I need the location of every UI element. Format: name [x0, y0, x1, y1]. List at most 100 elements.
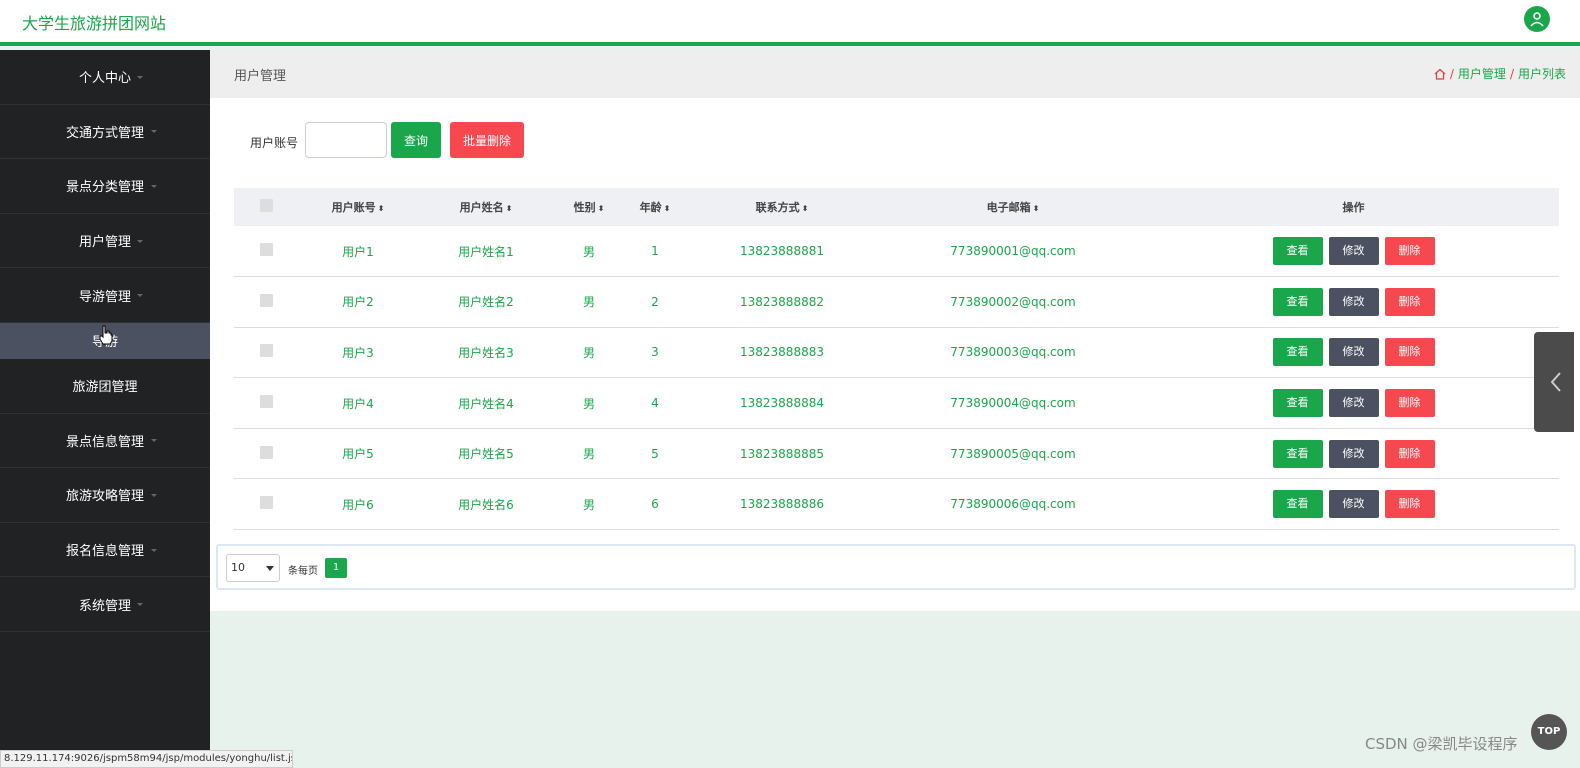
col-account[interactable]: 用户账号 ⬍: [298, 188, 418, 226]
cell-gender: 男: [582, 497, 595, 512]
table-row: 用户5 用户姓名5 男 5 13823888885 773890005@qq.com 查看修…: [234, 428, 1559, 479]
cell-actions: 查看 修改 删除: [1148, 327, 1559, 378]
caret-down-icon: [137, 75, 143, 79]
edit-button[interactable]: 修改: [1328, 439, 1379, 468]
sidebar-item-scenic-info[interactable]: 景点信息管理: [0, 414, 210, 469]
breadcrumb-separator: /: [1449, 66, 1454, 81]
row-checkbox[interactable]: [259, 243, 273, 257]
search-label: 用户账号: [250, 136, 299, 150]
cell-gender: 男: [582, 345, 595, 360]
edit-button[interactable]: 修改: [1328, 338, 1379, 367]
row-checkbox[interactable]: [259, 496, 273, 510]
cell-gender: 男: [582, 396, 595, 411]
sidebar-item-registrations[interactable]: 报名信息管理: [0, 523, 210, 578]
back-to-top-button[interactable]: TOP: [1531, 714, 1567, 750]
col-age[interactable]: 年龄 ⬍: [624, 188, 686, 226]
cell-age: 4: [651, 396, 659, 411]
sidebar-item-personal-center[interactable]: 个人中心: [0, 50, 210, 105]
sidebar-item-transport[interactable]: 交通方式管理: [0, 105, 210, 160]
cell-account: 用户3: [342, 345, 374, 360]
page-number-button[interactable]: 1: [325, 558, 347, 578]
view-button[interactable]: 查看: [1272, 237, 1323, 266]
caret-down-icon: [151, 130, 157, 134]
sidebar-item-tour-groups[interactable]: 旅游团管理: [0, 359, 210, 414]
caret-down-icon: [137, 239, 143, 243]
cell-age: 1: [651, 244, 659, 259]
cell-age: 3: [651, 345, 659, 360]
caret-down-icon: [151, 548, 157, 552]
cell-account: 用户5: [342, 447, 374, 462]
cell-email: 773890006@qq.com: [950, 497, 1076, 512]
delete-button[interactable]: 删除: [1384, 490, 1435, 519]
view-button[interactable]: 查看: [1272, 439, 1323, 468]
delete-button[interactable]: 删除: [1384, 439, 1435, 468]
cell-name: 用户姓名2: [458, 295, 514, 310]
user-table: 用户账号 ⬍ 用户姓名 ⬍ 性别 ⬍ 年龄 ⬍ 联系方式 ⬍ 电子邮箱 ⬍ 操作 用户1 用户…: [234, 188, 1559, 530]
cell-email: 773890004@qq.com: [950, 396, 1076, 411]
view-button[interactable]: 查看: [1272, 490, 1323, 519]
user-avatar-icon[interactable]: [1524, 6, 1550, 32]
edit-button[interactable]: 修改: [1328, 490, 1379, 519]
cell-actions: 查看 修改 删除: [1148, 378, 1559, 429]
table-header-row: 用户账号 ⬍ 用户姓名 ⬍ 性别 ⬍ 年龄 ⬍ 联系方式 ⬍ 电子邮箱 ⬍ 操作: [234, 188, 1559, 226]
delete-button[interactable]: 删除: [1384, 389, 1435, 418]
breadcrumb-current: 用户列表: [1517, 67, 1566, 81]
cell-age: 2: [651, 294, 659, 309]
page-size-select[interactable]: 10: [226, 554, 280, 582]
sidebar-item-scenic-category[interactable]: 景点分类管理: [0, 159, 210, 214]
sidebar-item-guides[interactable]: 导游管理: [0, 268, 210, 323]
select-all-checkbox[interactable]: [259, 199, 273, 212]
col-gender[interactable]: 性别 ⬍: [554, 188, 624, 226]
cell-email: 773890005@qq.com: [950, 446, 1076, 461]
row-checkbox[interactable]: [259, 344, 273, 358]
cell-name: 用户姓名3: [458, 345, 514, 360]
cell-actions: 查看 修改 删除: [1148, 277, 1559, 328]
caret-down-icon: [137, 294, 143, 298]
breadcrumb-link-users[interactable]: 用户管理: [1458, 65, 1506, 82]
row-checkbox[interactable]: [259, 445, 273, 459]
side-panel-toggle[interactable]: [1534, 332, 1574, 432]
home-icon[interactable]: [1434, 68, 1446, 80]
view-button[interactable]: 查看: [1272, 389, 1323, 418]
delete-button[interactable]: 删除: [1384, 338, 1435, 367]
query-button[interactable]: 查询: [391, 122, 441, 158]
cell-age: 6: [651, 497, 659, 512]
batch-delete-button[interactable]: 批量删除: [450, 122, 524, 158]
user-icon: [1530, 12, 1544, 27]
caret-down-icon: [151, 184, 157, 188]
sidebar-item-system[interactable]: 系统管理: [0, 577, 210, 632]
col-phone[interactable]: 联系方式 ⬍: [686, 188, 878, 226]
caret-down-icon: [137, 603, 143, 607]
delete-button[interactable]: 删除: [1384, 287, 1435, 316]
delete-button[interactable]: 删除: [1384, 237, 1435, 266]
caret-down-icon: [151, 439, 157, 443]
site-title: 大学生旅游拼团网站: [22, 14, 167, 33]
sidebar: 个人中心 交通方式管理 景点分类管理 用户管理 导游管理 导游 旅游团管理 景点…: [0, 50, 210, 768]
edit-button[interactable]: 修改: [1328, 287, 1379, 316]
cell-phone: 13823888884: [740, 396, 824, 411]
edit-button[interactable]: 修改: [1328, 389, 1379, 418]
col-actions: 操作: [1342, 201, 1365, 214]
row-checkbox[interactable]: [259, 293, 273, 307]
col-email[interactable]: 电子邮箱 ⬍: [878, 188, 1148, 226]
cell-email: 773890001@qq.com: [950, 244, 1076, 259]
chevron-down-icon: [266, 566, 274, 571]
cell-name: 用户姓名1: [458, 244, 514, 259]
cell-phone: 13823888881: [740, 244, 824, 259]
cell-phone: 13823888882: [740, 294, 824, 309]
table-body: 用户1 用户姓名1 男 1 13823888881 773890001@qq.com 查看修…: [234, 226, 1559, 530]
cell-phone: 13823888885: [740, 446, 824, 461]
col-name[interactable]: 用户姓名 ⬍: [418, 188, 554, 226]
sidebar-item-users[interactable]: 用户管理: [0, 214, 210, 269]
view-button[interactable]: 查看: [1272, 338, 1323, 367]
edit-button[interactable]: 修改: [1328, 237, 1379, 266]
user-account-search-input[interactable]: [305, 122, 387, 158]
status-bar-url: 8.129.11.174:9026/jspm58m94/jsp/modules/…: [0, 750, 293, 768]
sort-icon: ⬍: [377, 204, 385, 213]
sidebar-item-travel-guides[interactable]: 旅游攻略管理: [0, 468, 210, 523]
row-checkbox[interactable]: [259, 395, 273, 409]
chevron-left-icon: [1551, 372, 1561, 392]
sort-icon: ⬍: [1032, 204, 1040, 213]
sort-icon: ⬍: [801, 204, 809, 213]
view-button[interactable]: 查看: [1272, 287, 1323, 316]
